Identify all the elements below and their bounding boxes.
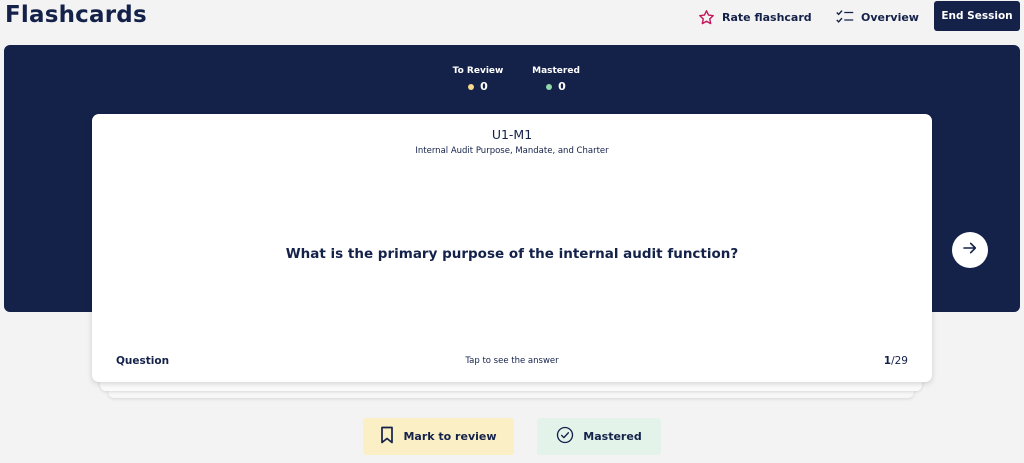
- end-session-button[interactable]: End Session: [934, 1, 1020, 31]
- mastered-count: 0: [558, 80, 566, 93]
- card-total: /29: [891, 355, 908, 367]
- flashcard[interactable]: U1-M1 Internal Audit Purpose, Mandate, a…: [92, 114, 932, 382]
- overview-button[interactable]: Overview: [836, 8, 919, 26]
- star-icon: [698, 9, 715, 26]
- overview-label: Overview: [861, 10, 919, 24]
- page-title: Flashcards: [5, 2, 147, 28]
- to-review-label: To Review: [452, 66, 504, 76]
- mastered-stat-label: Mastered: [532, 66, 580, 76]
- bookmark-icon: [380, 426, 394, 447]
- card-topic: Internal Audit Purpose, Mandate, and Cha…: [415, 146, 609, 156]
- to-review-stat: To Review 0: [450, 66, 506, 93]
- rate-flashcard-label: Rate flashcard: [722, 10, 812, 24]
- mastered-label: Mastered: [583, 430, 642, 443]
- mark-mastered-button[interactable]: Mastered: [537, 418, 661, 455]
- to-review-dot: [468, 83, 475, 90]
- to-review-count: 0: [480, 80, 488, 93]
- mark-to-review-label: Mark to review: [403, 430, 497, 443]
- card-current: 1: [883, 355, 892, 367]
- card-module-code: U1-M1: [491, 127, 533, 142]
- checklist-icon: [836, 9, 854, 25]
- card-counter: 1/29: [884, 355, 908, 367]
- arrow-right-icon: [962, 240, 978, 260]
- card-hint: Tap to see the answer: [465, 356, 559, 366]
- mastered-stat: Mastered 0: [528, 66, 584, 93]
- mark-to-review-button[interactable]: Mark to review: [363, 418, 514, 455]
- mastered-dot: [546, 83, 553, 90]
- check-circle-icon: [556, 426, 574, 447]
- card-question: What is the primary purpose of the inter…: [285, 246, 739, 262]
- rate-flashcard-button[interactable]: Rate flashcard: [698, 8, 812, 26]
- next-card-button[interactable]: [952, 232, 988, 268]
